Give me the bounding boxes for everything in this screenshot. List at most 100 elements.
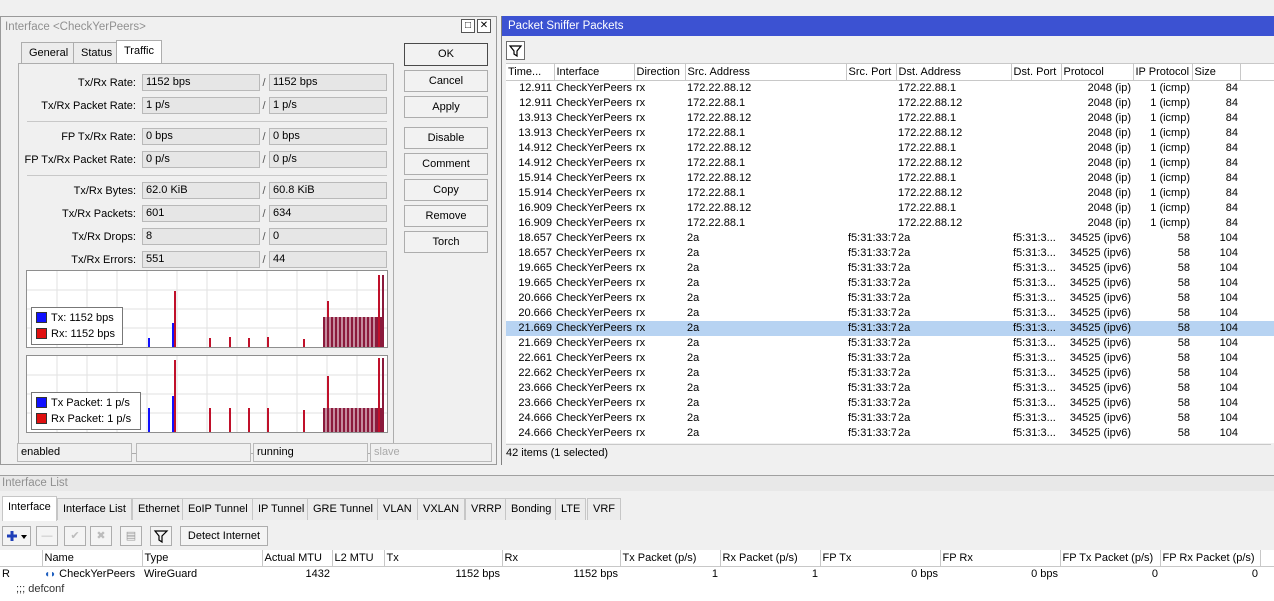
table-row[interactable]: 13.913 CheckYerPeers rx 172.22.88.1 172.22.8… <box>506 126 1274 141</box>
ok-button[interactable]: OK <box>404 43 488 66</box>
table-row[interactable]: 24.666CheckYerPeersrx2af5:31:33:7:0:12af… <box>506 426 1274 441</box>
tx-rate-field: 1152 bps <box>142 74 260 91</box>
disable-x-button[interactable]: ✖ <box>90 526 112 546</box>
col-fp-tx[interactable]: FP Tx <box>820 550 941 567</box>
col-flags[interactable] <box>0 550 43 567</box>
col-protocol[interactable]: Protocol <box>1061 64 1134 81</box>
col-fp-rx[interactable]: FP Rx <box>940 550 1061 567</box>
add-button[interactable] <box>2 526 31 546</box>
maximize-icon[interactable]: □ <box>461 19 475 33</box>
tab-traffic[interactable]: Traffic <box>116 40 162 64</box>
table-row[interactable]: 22.661CheckYerPeersrx2af5:31:33:7:0:122a… <box>506 351 1274 366</box>
packet-cell: 172.22.88.1 <box>687 156 746 169</box>
col-l2-mtu[interactable]: L2 MTU <box>332 550 385 567</box>
packet-cell: 2a <box>687 306 700 319</box>
apply-button[interactable]: Apply <box>404 96 488 118</box>
tab-vlan[interactable]: VLAN <box>377 498 418 520</box>
table-row[interactable]: 16.909 CheckYerPeers rx 172.22.88.12 172.22.… <box>506 201 1274 216</box>
table-row[interactable]: 23.666CheckYerPeersrx2af5:31:33:7:0:12af… <box>506 396 1274 411</box>
list-filter-button[interactable] <box>150 526 172 546</box>
tab-eoip-tunnel[interactable]: EoIP Tunnel <box>182 498 254 520</box>
tab-lte[interactable]: LTE <box>555 498 587 520</box>
tab-status[interactable]: Status <box>73 42 121 63</box>
close-icon[interactable]: ✕ <box>477 19 491 33</box>
col-rx[interactable]: Rx <box>502 550 621 567</box>
packet-cell: 2a <box>687 426 700 439</box>
table-row[interactable]: 14.912 CheckYerPeers rx 172.22.88.12 172.22.… <box>506 141 1274 156</box>
col-fp-tx-packet[interactable]: FP Tx Packet (p/s) <box>1060 550 1161 567</box>
tab-ip-tunnel[interactable]: IP Tunnel <box>252 498 311 520</box>
remove-button[interactable]: Remove <box>404 205 488 227</box>
packet-cell: 2048 (ip) <box>1087 216 1131 229</box>
tab-interface-list[interactable]: Interface List <box>57 498 132 520</box>
detect-internet-button[interactable]: Detect Internet <box>180 526 268 546</box>
table-row[interactable]: 20.666CheckYerPeersrx2af5:31:33:7:0:122a… <box>506 291 1274 306</box>
filter-button[interactable] <box>506 41 525 60</box>
comment-button[interactable]: Comment <box>404 153 488 175</box>
tab-vrf[interactable]: VRF <box>587 498 621 520</box>
tab-bonding[interactable]: Bonding <box>505 498 558 520</box>
packet-cell: CheckYerPeers <box>556 171 633 184</box>
table-row[interactable]: 21.669CheckYerPeersrx2af5:31:33:7:0:12af… <box>506 336 1274 351</box>
col-type[interactable]: Type <box>142 550 263 567</box>
col-tx[interactable]: Tx <box>384 550 503 567</box>
col-actual-mtu[interactable]: Actual MTU <box>262 550 333 567</box>
tab-ethernet[interactable]: Ethernet <box>132 498 186 520</box>
table-row[interactable]: 19.665CheckYerPeersrx2af5:31:33:7:0:122a… <box>506 261 1274 276</box>
packet-cell: 1 (icmp) <box>1150 186 1190 199</box>
table-row[interactable]: 23.666CheckYerPeersrx2af5:31:33:7:0:122a… <box>506 381 1274 396</box>
packet-cell: f5:31:3... <box>1013 306 1056 319</box>
packet-cell: 1 (icmp) <box>1150 126 1190 139</box>
traffic-panel: Tx/Rx Rate: 1152 bps / 1152 bps Tx/Rx Pa… <box>18 63 394 454</box>
col-rx-packet[interactable]: Rx Packet (p/s) <box>720 550 821 567</box>
tab-interface[interactable]: Interface <box>2 496 57 521</box>
packet-cell: 34525 (ipv6) <box>1069 246 1131 259</box>
col-name[interactable]: Name <box>42 550 143 567</box>
table-row[interactable]: 12.911 CheckYerPeers rx 172.22.88.12 172.22.… <box>506 80 1274 96</box>
col-tx-packet[interactable]: Tx Packet (p/s) <box>620 550 721 567</box>
table-row[interactable]: 15.914 CheckYerPeers rx 172.22.88.12 172.22.… <box>506 171 1274 186</box>
comment-row[interactable]: ;;; defconf <box>0 582 1274 597</box>
table-row[interactable]: 15.914 CheckYerPeers rx 172.22.88.1 172.22.8… <box>506 186 1274 201</box>
packet-cell: 84 <box>1225 201 1238 214</box>
tab-vrrp[interactable]: VRRP <box>465 498 508 520</box>
packet-cell: CheckYerPeers <box>556 411 633 424</box>
col-src-address[interactable]: Src. Address <box>685 64 847 81</box>
tab-general[interactable]: General <box>21 42 77 63</box>
col-interface[interactable]: Interface <box>554 64 635 81</box>
col-size[interactable]: Size <box>1192 64 1241 81</box>
table-row[interactable]: 13.913 CheckYerPeers rx 172.22.88.12 172.22.… <box>506 111 1274 126</box>
disable-button[interactable]: Disable <box>404 127 488 149</box>
col-dst-address[interactable]: Dst. Address <box>896 64 1012 81</box>
packet-cell: 172.22.88.12 <box>898 186 963 199</box>
packet-cell: f5:31:33:7:0:12 <box>846 320 896 336</box>
table-row[interactable]: R ◖◗ CheckYerPeers WireGuard 1432 1152 b… <box>0 566 1274 582</box>
table-row[interactable]: 21.669CheckYerPeersrx2af5:31:33:7:0:122a… <box>506 320 1274 336</box>
tab-gre-tunnel[interactable]: GRE Tunnel <box>307 498 379 520</box>
tab-vxlan[interactable]: VXLAN <box>417 498 466 520</box>
table-row[interactable]: 14.912 CheckYerPeers rx 172.22.88.1 172.22.8… <box>506 156 1274 171</box>
torch-button[interactable]: Torch <box>404 231 488 253</box>
table-row[interactable]: 19.665CheckYerPeersrx2af5:31:33:7:0:12af… <box>506 276 1274 291</box>
table-row[interactable]: 18.657CheckYerPeersrx2af5:31:33:7:0:122a… <box>506 231 1274 246</box>
enable-button[interactable]: ✔ <box>64 526 86 546</box>
table-row[interactable]: 20.666CheckYerPeersrx2af5:31:33:7:0:12af… <box>506 306 1274 321</box>
table-row[interactable]: 12.911 CheckYerPeers rx 172.22.88.1 172.22.8… <box>506 96 1274 111</box>
col-src-port[interactable]: Src. Port <box>846 64 897 81</box>
copy-button[interactable]: Copy <box>404 179 488 201</box>
table-row[interactable]: 24.666CheckYerPeersrx2af5:31:33:7:0:122a… <box>506 411 1274 426</box>
cancel-button[interactable]: Cancel <box>404 70 488 92</box>
col-fp-rx-packet[interactable]: FP Rx Packet (p/s) <box>1160 550 1261 567</box>
traffic-graph-legend: Tx: 1152 bps Rx: 1152 bps <box>31 307 123 345</box>
col-direction[interactable]: Direction <box>634 64 686 81</box>
table-row[interactable]: 18.657CheckYerPeersrx2af5:31:33:7:0:12af… <box>506 246 1274 261</box>
packet-cell: 2048 (ip) <box>1087 111 1131 124</box>
table-row[interactable]: 22.662CheckYerPeersrx2af5:31:33:7:0:12af… <box>506 366 1274 381</box>
col-dst-port[interactable]: Dst. Port <box>1011 64 1062 81</box>
comment-note-button[interactable]: ▤ <box>120 526 142 546</box>
minus-button[interactable]: — <box>36 526 58 546</box>
table-row[interactable]: 16.909 CheckYerPeers rx 172.22.88.1 172.22.8… <box>506 216 1274 231</box>
packet-cell: 58 <box>1177 231 1190 244</box>
col-ip-protocol[interactable]: IP Protocol <box>1133 64 1193 81</box>
col-time[interactable]: Time... <box>506 64 555 81</box>
